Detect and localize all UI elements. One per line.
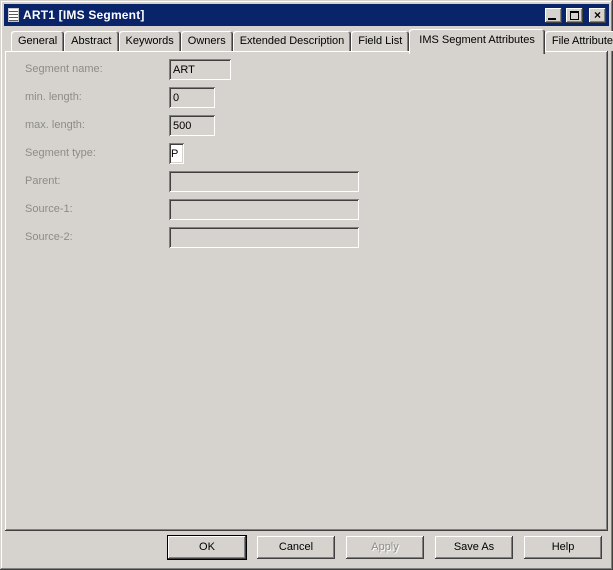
document-icon xyxy=(8,8,19,22)
parent-field[interactable] xyxy=(169,171,359,192)
window-title: ART1 [IMS Segment] xyxy=(23,8,541,23)
tab-bar: General Abstract Keywords Owners Extende… xyxy=(5,29,608,51)
min-length-label: min. length: xyxy=(25,91,82,103)
max-length-field[interactable] xyxy=(169,115,215,136)
ims-segment-attributes-panel: Segment name: min. length: max. length: … xyxy=(5,51,608,531)
tab-label: File Attributes xyxy=(552,35,613,47)
min-length-field[interactable] xyxy=(169,87,215,108)
max-length-label: max. length: xyxy=(25,119,85,131)
form-row-parent: Parent: xyxy=(5,171,608,192)
ok-button[interactable]: OK xyxy=(168,536,246,559)
segment-name-field[interactable] xyxy=(169,59,231,80)
apply-button: Apply xyxy=(346,536,424,559)
close-button[interactable]: × xyxy=(589,8,606,23)
segment-type-label: Segment type: xyxy=(25,147,96,159)
close-icon: × xyxy=(594,9,601,21)
cancel-button[interactable]: Cancel xyxy=(257,536,335,559)
segment-name-label: Segment name: xyxy=(25,63,103,75)
source-1-label: Source-1: xyxy=(25,203,73,215)
tab-extended-description[interactable]: Extended Description xyxy=(233,31,352,51)
help-button[interactable]: Help xyxy=(524,536,602,559)
tab-label: Field List xyxy=(358,35,402,47)
form-row-source-2: Source-2: xyxy=(5,227,608,248)
form-row-segment-type: Segment type: xyxy=(5,143,608,164)
source-2-field[interactable] xyxy=(169,227,359,248)
parent-label: Parent: xyxy=(25,175,60,187)
segment-type-field[interactable] xyxy=(169,143,184,164)
minimize-button[interactable] xyxy=(545,8,562,23)
titlebar[interactable]: ART1 [IMS Segment] × xyxy=(4,4,609,26)
source-2-label: Source-2: xyxy=(25,231,73,243)
tab-general[interactable]: General xyxy=(11,31,64,51)
save-as-button[interactable]: Save As xyxy=(435,536,513,559)
dialog-window: ART1 [IMS Segment] × General Abstract Ke… xyxy=(0,0,613,570)
tab-label: Keywords xyxy=(126,35,174,47)
tab-label: Abstract xyxy=(71,35,111,47)
tab-ims-segment-attributes[interactable]: IMS Segment Attributes xyxy=(409,29,545,54)
tab-owners[interactable]: Owners xyxy=(181,31,233,51)
minimize-icon xyxy=(548,18,556,20)
dialog-button-row: OK Cancel Apply Save As Help xyxy=(168,536,602,559)
tab-label: Extended Description xyxy=(240,35,345,47)
form-row-min-length: min. length: xyxy=(5,87,608,108)
form-row-segment-name: Segment name: xyxy=(5,59,608,80)
form-row-source-1: Source-1: xyxy=(5,199,608,220)
tab-label: Owners xyxy=(188,35,226,47)
tab-file-attributes[interactable]: File Attributes xyxy=(545,31,613,51)
maximize-icon xyxy=(570,11,579,20)
tab-keywords[interactable]: Keywords xyxy=(119,31,181,51)
form-row-max-length: max. length: xyxy=(5,115,608,136)
source-1-field[interactable] xyxy=(169,199,359,220)
tab-label: IMS Segment Attributes xyxy=(419,34,535,46)
maximize-button[interactable] xyxy=(566,8,583,23)
tab-label: General xyxy=(18,35,57,47)
tab-abstract[interactable]: Abstract xyxy=(64,31,118,51)
tab-field-list[interactable]: Field List xyxy=(351,31,409,51)
